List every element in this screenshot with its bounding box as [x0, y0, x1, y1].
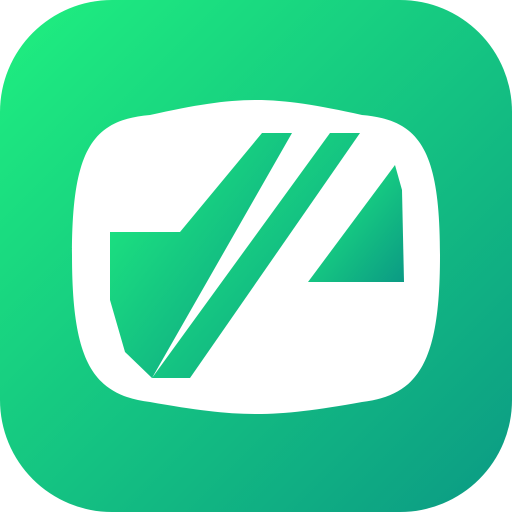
app-icon — [0, 0, 512, 512]
app-logo-icon — [0, 0, 512, 512]
